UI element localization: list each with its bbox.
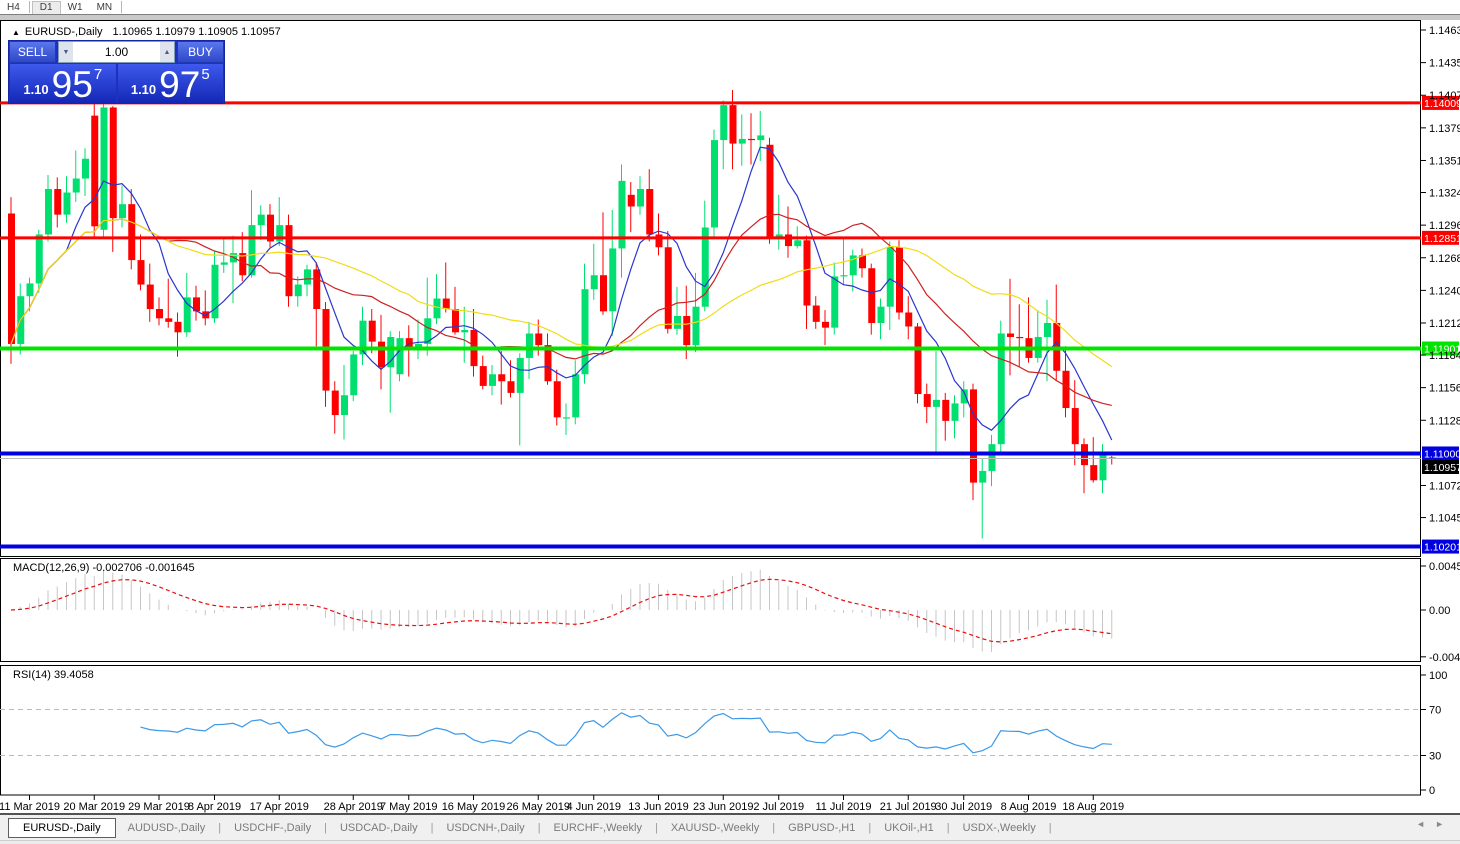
chart-symbol-label: EURUSD-,Daily <box>24 26 103 38</box>
sell-price-big-digits: 95 <box>51 64 93 105</box>
volume-input[interactable]: 1.00 <box>73 42 160 62</box>
tab-scroll-left-icon[interactable]: ◄ <box>1416 819 1435 829</box>
volume-decrease-button[interactable]: ▼ <box>59 42 73 62</box>
tab-scroll-right-icon[interactable]: ► <box>1435 819 1454 829</box>
symbol-tab[interactable]: GBPUSD-,H1 <box>776 819 867 837</box>
chart-plot-area[interactable] <box>0 20 1421 795</box>
symbol-tab[interactable]: USDCHF-,Daily <box>222 819 323 837</box>
tab-separator: | <box>1048 821 1052 834</box>
chart-header: ▲ EURUSD-,Daily 1.10965 1.10979 1.10905 1.… <box>12 26 281 38</box>
symbol-tab[interactable]: EURUSD-,Daily <box>8 817 116 838</box>
symbol-tab[interactable]: USDCNH-,Daily <box>434 819 536 837</box>
mt4-chart-window: H4 D1 W1 MN 1.14009 1.12851 1.11901 1.11000… <box>0 0 1460 844</box>
collapse-icon[interactable]: ▲ <box>12 28 20 37</box>
timeframe-mn-button[interactable]: MN <box>90 1 120 14</box>
toolbar-separator <box>121 1 123 13</box>
buy-price-tile[interactable]: 1.10 97 5 <box>117 64 223 105</box>
symbol-tab[interactable]: UKOil-,H1 <box>872 819 946 837</box>
timeframe-w1-button[interactable]: W1 <box>61 1 90 14</box>
symbol-tab[interactable]: AUDUSD-,Daily <box>116 819 218 837</box>
timeframe-h4-button[interactable]: H4 <box>0 1 27 14</box>
timeframe-toolbar: H4 D1 W1 MN <box>0 0 1460 14</box>
buy-price-prefix: 1.10 <box>130 82 157 97</box>
symbol-tab[interactable]: EURCHF-,Weekly <box>542 819 654 837</box>
volume-increase-button[interactable]: ▲ <box>160 42 174 62</box>
chart-tab-bar: EURUSD-,Daily AUDUSD-,Daily | USDCHF-,Daily… <box>0 815 1460 840</box>
buy-button[interactable]: BUY <box>177 41 224 63</box>
buy-price-big-digits: 97 <box>159 64 201 105</box>
buy-price-pipette: 5 <box>201 66 210 83</box>
timeframe-d1-button[interactable]: D1 <box>31 0 61 14</box>
window-bottom-strip <box>0 840 1460 844</box>
symbol-tab[interactable]: XAUUSD-,Weekly <box>659 819 771 837</box>
sell-price-pipette: 7 <box>93 66 103 83</box>
rsi-indicator-label: RSI(14) 39.4058 <box>13 669 94 681</box>
volume-down-icon: ▼ <box>62 48 70 56</box>
tab-scroll-arrows[interactable]: ◄► <box>1416 819 1454 829</box>
sell-price-prefix: 1.10 <box>23 82 49 97</box>
symbol-tab[interactable]: USDCAD-,Daily <box>328 819 430 837</box>
chart-ohlc-values: 1.10965 1.10979 1.10905 1.10957 <box>112 26 281 38</box>
sell-price-tile[interactable]: 1.10 95 7 <box>10 64 116 104</box>
volume-up-icon: ▲ <box>163 48 171 56</box>
volume-control: ▼ 1.00 ▲ <box>58 41 175 63</box>
toolbar-separator <box>28 1 30 13</box>
sell-button[interactable]: SELL <box>9 41 56 63</box>
symbol-tab[interactable]: USDX-,Weekly <box>951 819 1048 837</box>
one-click-trading-panel: SELL ▼ 1.00 ▲ BUY 1.10 95 7 1.10 97 5 <box>8 40 225 104</box>
macd-indicator-label: MACD(12,26,9) -0.002706 -0.001645 <box>13 562 195 574</box>
